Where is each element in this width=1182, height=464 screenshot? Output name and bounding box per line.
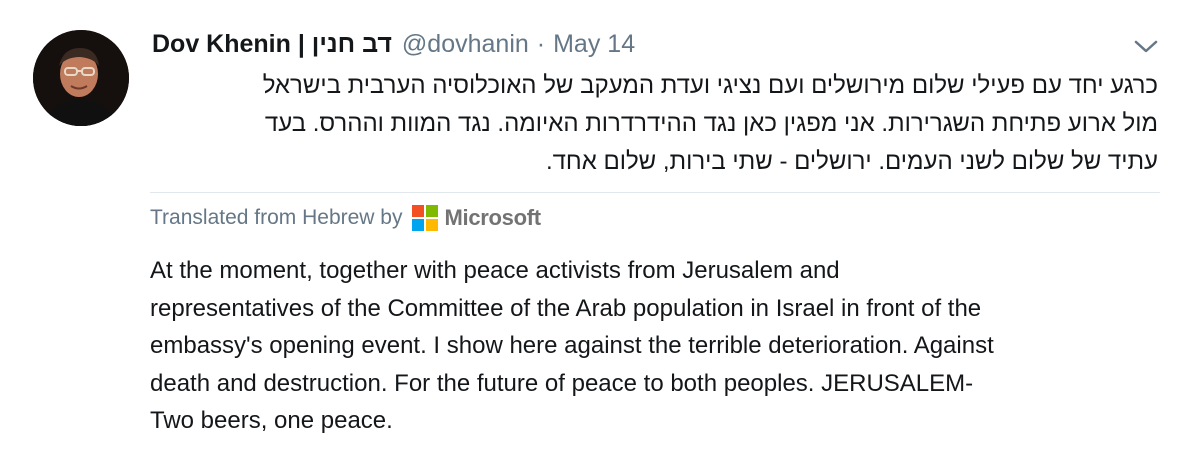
microsoft-logo-icon bbox=[412, 205, 439, 231]
english-line: Two beers, one peace. bbox=[150, 407, 393, 434]
tweet-header: Dov Khenin | דב חנין @dovhanin · May 14 bbox=[152, 30, 635, 60]
tweet-text-translated: At the moment, together with peace activ… bbox=[150, 252, 1160, 440]
tweet-menu-button[interactable] bbox=[1130, 33, 1162, 59]
author-handle[interactable]: @dovhanin bbox=[402, 30, 529, 59]
english-line: At the moment, together with peace activ… bbox=[150, 257, 840, 284]
hebrew-line: מול ארוע פתיחת השגרירות. אני מפגין כאן נ… bbox=[264, 110, 1158, 137]
english-line: death and destruction. For the future of… bbox=[150, 369, 974, 397]
hebrew-line: כרגע יחד עם פעילי שלום מירושלים ועם נציג… bbox=[262, 72, 1158, 99]
chevron-down-icon bbox=[1134, 40, 1158, 53]
english-line: embassy's opening event. I show here aga… bbox=[150, 332, 994, 359]
translation-attribution: Translated from Hebrew by Microsoft bbox=[150, 205, 541, 231]
translated-label: Translated from Hebrew by bbox=[150, 206, 403, 229]
translator-name[interactable]: Microsoft bbox=[444, 205, 541, 231]
translation-divider bbox=[150, 192, 1160, 193]
separator-dot: · bbox=[536, 30, 546, 58]
english-line: representatives of the Committee of the … bbox=[150, 294, 982, 322]
tweet-text-original: כרגע יחד עם פעילי שלום מירושלים ועם נציג… bbox=[150, 67, 1158, 181]
hebrew-line: עתיד של שלום לשני העמים. ירושלים - שתי ב… bbox=[545, 148, 1158, 175]
avatar[interactable] bbox=[33, 30, 129, 126]
profile-photo bbox=[33, 30, 129, 126]
tweet-date[interactable]: May 14 bbox=[553, 30, 635, 59]
author-name[interactable]: Dov Khenin | דב חנין bbox=[152, 30, 392, 59]
